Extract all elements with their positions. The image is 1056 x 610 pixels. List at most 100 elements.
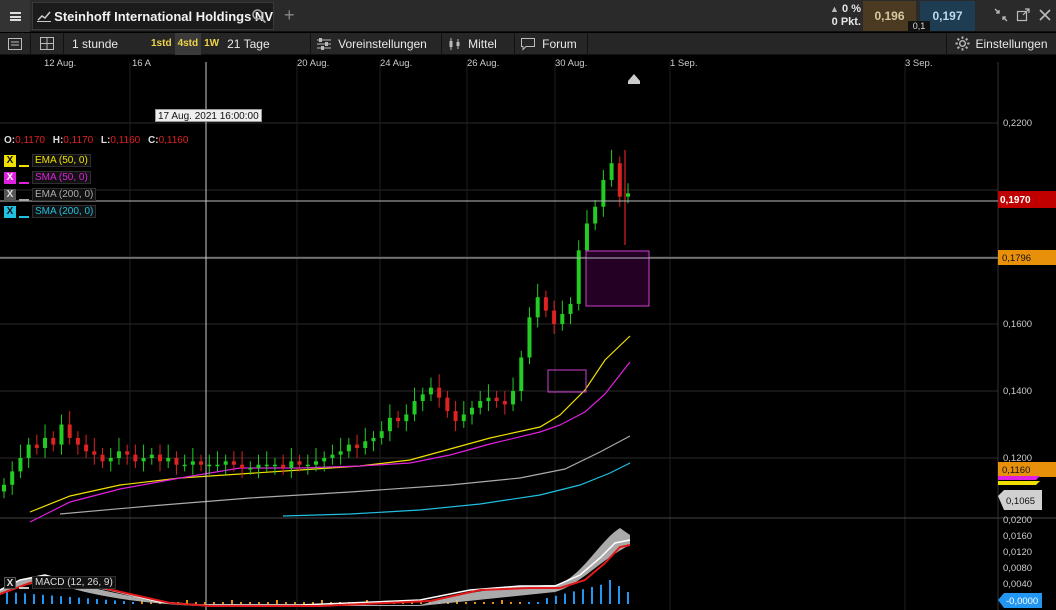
- macd-histogram-bar: [537, 602, 539, 604]
- indicator-sma200[interactable]: X SMA (200, 0): [4, 203, 96, 220]
- close-icon[interactable]: [1038, 8, 1052, 22]
- indicator-label[interactable]: SMA (200, 0): [32, 205, 96, 218]
- candle-body: [117, 451, 121, 458]
- macd-value-tag-text: -0,0000: [1006, 596, 1038, 607]
- settings-button[interactable]: Einstellungen: [947, 33, 1056, 55]
- chart-line-icon: [33, 3, 54, 29]
- candle-body: [35, 445, 39, 448]
- macd-axis-label: 0,0160: [1003, 531, 1032, 542]
- remove-indicator-icon[interactable]: X: [4, 577, 16, 589]
- candle-body: [454, 411, 458, 421]
- macd-label[interactable]: MACD (12, 26, 9): [32, 576, 116, 589]
- indicator-label[interactable]: EMA (50, 0): [32, 154, 91, 167]
- candle-body: [248, 468, 252, 470]
- remove-indicator-icon[interactable]: X: [4, 189, 16, 201]
- menu-button[interactable]: [0, 0, 30, 32]
- indicator-sma50[interactable]: X SMA (50, 0): [4, 169, 96, 186]
- candle-body: [158, 455, 162, 462]
- collapse-icon[interactable]: [994, 8, 1008, 22]
- interval-dropdown[interactable]: 1 stunde: [64, 33, 148, 55]
- interval-1w-button[interactable]: 1W: [201, 33, 222, 55]
- indicator-label[interactable]: SMA (50, 0): [32, 171, 91, 184]
- candle-body: [355, 445, 359, 448]
- candle-body: [363, 441, 367, 448]
- remove-indicator-icon[interactable]: X: [4, 155, 16, 167]
- candle-body: [101, 455, 105, 462]
- indicator-ema200[interactable]: X EMA (200, 0): [4, 186, 96, 203]
- sma200-line[interactable]: [283, 463, 630, 516]
- candle-body: [429, 388, 433, 395]
- indicator-color-swatch[interactable]: [19, 189, 29, 201]
- macd-histogram-bar: [267, 602, 269, 604]
- x-axis-label: 3 Sep.: [905, 58, 932, 69]
- candle-body: [240, 465, 244, 468]
- ohlc-open: 0,1170: [15, 135, 45, 146]
- triangle-up-icon: ▲: [830, 4, 839, 14]
- candle-body: [265, 465, 269, 467]
- candle-body: [257, 465, 261, 468]
- instrument-selector[interactable]: Steinhoff International Holdings NV: [32, 2, 274, 30]
- indicator-color-swatch[interactable]: [19, 577, 29, 589]
- macd-histogram-bar: [87, 598, 89, 604]
- indicator-color-swatch[interactable]: [19, 206, 29, 218]
- chat-bubble-icon: [520, 37, 536, 51]
- candle-body: [84, 445, 88, 452]
- interval-4std-button[interactable]: 4std: [175, 33, 202, 55]
- drawn-rectangle-large[interactable]: [586, 251, 649, 306]
- home-icon[interactable]: [628, 74, 640, 84]
- indicator-ema50[interactable]: X EMA (50, 0): [4, 152, 96, 169]
- search-icon[interactable]: [251, 8, 267, 27]
- ema200-line[interactable]: [60, 436, 630, 514]
- settings-label: Einstellungen: [975, 37, 1047, 51]
- candle-body: [536, 297, 540, 317]
- popout-icon[interactable]: [1016, 8, 1030, 22]
- average-button[interactable]: Mittel: [442, 33, 514, 55]
- candle-body: [298, 461, 302, 464]
- macd-axis-label: 0,0040: [1003, 579, 1032, 590]
- drawn-rectangle-small[interactable]: [548, 370, 586, 392]
- x-axis-label: 24 Aug.: [380, 58, 412, 69]
- change-display: ▲ 0 % 0 Pkt.: [819, 3, 861, 31]
- macd-histogram-bar: [501, 600, 503, 604]
- ema50-line[interactable]: [30, 336, 630, 512]
- macd-histogram-bar: [204, 602, 206, 604]
- spread-badge: 0,1: [908, 21, 930, 32]
- macd-histogram-bar: [258, 602, 260, 604]
- candle-body: [232, 461, 236, 464]
- remove-indicator-icon[interactable]: X: [4, 206, 16, 218]
- remove-indicator-icon[interactable]: X: [4, 172, 16, 184]
- macd-histogram-bar: [132, 602, 134, 604]
- indicator-label[interactable]: EMA (200, 0): [32, 188, 96, 201]
- interval-1std-button[interactable]: 1std: [148, 33, 175, 55]
- range-dropdown[interactable]: 21 Tage: [222, 33, 310, 55]
- x-axis-label: 16 A: [132, 58, 152, 69]
- chart-area[interactable]: 12 Aug.16 A20 Aug.24 Aug.26 Aug.30 Aug.1…: [0, 55, 1056, 610]
- candle-body: [585, 224, 589, 251]
- macd-histogram-bar: [618, 586, 620, 604]
- chart-list-button[interactable]: [0, 33, 30, 55]
- macd-legend[interactable]: X MACD (12, 26, 9): [4, 576, 116, 589]
- candle-body: [18, 458, 22, 471]
- indicator-color-swatch[interactable]: [19, 155, 29, 167]
- candle-body: [322, 458, 326, 461]
- add-tab-icon[interactable]: +: [284, 5, 295, 26]
- macd-histogram-bar: [96, 599, 98, 604]
- macd-histogram-bar: [114, 600, 116, 604]
- macd-histogram-bar: [546, 598, 548, 604]
- instrument-name: Steinhoff International Holdings NV: [54, 9, 273, 24]
- ohlc-low: 0,1160: [110, 135, 140, 146]
- candle-body: [437, 388, 441, 398]
- forum-button[interactable]: Forum: [515, 33, 587, 55]
- macd-histogram-bar: [627, 592, 629, 604]
- layout-button[interactable]: [31, 33, 63, 55]
- indicator-color-swatch[interactable]: [19, 172, 29, 184]
- candle-body: [527, 317, 531, 357]
- macd-histogram-bar: [78, 598, 80, 604]
- presets-button[interactable]: Voreinstellungen: [311, 33, 441, 55]
- average-label: Mittel: [468, 37, 497, 51]
- candle-body: [125, 451, 129, 454]
- ohlc-close: 0,1160: [159, 135, 189, 146]
- sma50-line[interactable]: [30, 362, 630, 522]
- candle-body: [618, 163, 622, 197]
- candle-body: [314, 461, 318, 464]
